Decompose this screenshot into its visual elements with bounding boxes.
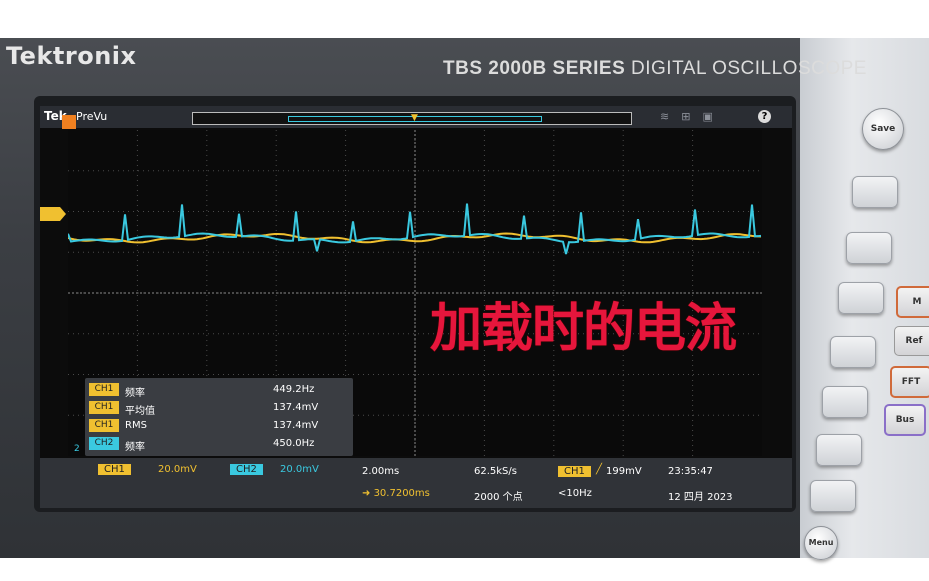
measurement-value: 450.0Hz — [273, 438, 315, 449]
network-icon: ⊞ — [681, 110, 703, 123]
measurement-row: CH2 频率 450.0Hz — [85, 436, 353, 453]
menu-button[interactable]: Menu — [804, 526, 838, 560]
side-menu-button-7[interactable] — [810, 480, 856, 512]
bus-button[interactable]: Bus — [884, 404, 926, 436]
record-view-bar: ▼ — [192, 112, 632, 125]
trigger-level-marker — [40, 206, 68, 225]
fft-button[interactable]: FFT — [890, 366, 929, 398]
measurement-name: 频率 — [125, 388, 145, 399]
measurement-name: RMS — [125, 420, 147, 431]
side-menu-button-5[interactable] — [822, 386, 868, 418]
side-menu-button-2[interactable] — [846, 232, 892, 264]
trigger-frequency: <10Hz — [558, 488, 592, 499]
horizontal-position-value: 30.7200ms — [373, 488, 430, 499]
measurement-channel-tag: CH1 — [89, 383, 119, 396]
measurement-name: 频率 — [125, 442, 145, 453]
math-button[interactable]: M — [896, 286, 929, 318]
trigger-level: 199mV — [606, 466, 642, 477]
horizontal-position: ➜ 30.7200ms — [362, 488, 430, 499]
trigger-slope-icon: ╱ — [596, 464, 603, 475]
ch1-label[interactable]: CH1 — [98, 464, 131, 475]
model-series: TBS 2000B SERIES — [443, 58, 626, 79]
brand-logo: Tektronix — [6, 42, 137, 70]
ch1-reference-marker — [62, 114, 76, 133]
acquisition-mode: PreVu — [76, 110, 108, 123]
ref-button[interactable]: Ref — [894, 326, 929, 356]
clock-date: 12 四月 2023 — [668, 492, 733, 503]
measurement-value: 137.4mV — [273, 402, 319, 413]
side-menu-button-3[interactable] — [838, 282, 884, 314]
measurement-row: CH1 频率 449.2Hz — [85, 382, 353, 399]
side-menu-button-6[interactable] — [816, 434, 862, 466]
timebase: 2.00ms — [362, 466, 400, 477]
record-length: 2000 个点 — [474, 492, 523, 503]
screen-top-bar: Tek PreVu ▼ ≋⊞▣ ? — [40, 106, 792, 128]
status-icons: ≋⊞▣ — [660, 110, 725, 123]
usb-icon: ▣ — [702, 110, 725, 123]
clock-time: 23:35:47 — [668, 466, 713, 477]
wifi-icon: ≋ — [660, 110, 682, 123]
side-menu-button-1[interactable] — [852, 176, 898, 208]
measurement-channel-tag: CH1 — [89, 419, 119, 432]
measurement-value: 449.2Hz — [273, 384, 315, 395]
side-menu-button-4[interactable] — [830, 336, 876, 368]
ch2-scale: 20.0mV — [280, 464, 319, 475]
trigger-source[interactable]: CH1 — [558, 466, 591, 477]
measurement-channel-tag: CH1 — [89, 401, 119, 414]
measurement-name: 平均值 — [125, 406, 155, 417]
ch1-scale: 20.0mV — [158, 464, 197, 475]
measurement-row: CH1 平均值 137.4mV — [85, 400, 353, 417]
sample-rate: 62.5kS/s — [474, 466, 517, 477]
save-button[interactable]: Save — [862, 108, 904, 150]
measurement-panel: CH1 频率 449.2Hz CH1 平均值 137.4mV CH1 RMS 137.4mV CH… — [85, 378, 353, 456]
measurement-value: 137.4mV — [273, 420, 319, 431]
ch2-label[interactable]: CH2 — [230, 464, 263, 475]
measurement-channel-tag: CH2 — [89, 437, 119, 450]
model-label: TBS 2000B SERIES DIGITAL OSCILLOSCOPE — [443, 58, 867, 80]
trigger-position-icon: ▼ — [411, 113, 418, 123]
measurement-row: CH1 RMS 137.4mV — [85, 418, 353, 434]
status-bar: CH1 20.0mV CH2 20.0mV 2.00ms ➜ 30.7200ms… — [40, 458, 792, 508]
ch2-ground-marker: 2 — [74, 444, 80, 454]
overlay-caption: 加载时的电流 — [430, 299, 737, 359]
model-description: DIGITAL OSCILLOSCOPE — [631, 58, 867, 79]
help-icon[interactable]: ? — [758, 110, 771, 123]
